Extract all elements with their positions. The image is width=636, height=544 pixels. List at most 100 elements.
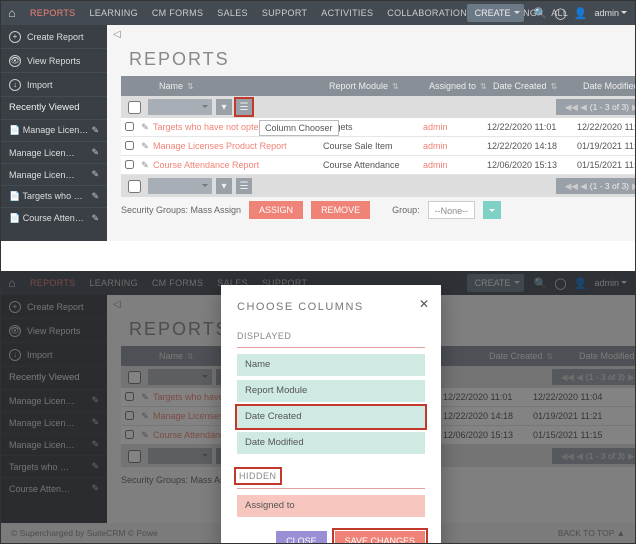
row-assigned[interactable]: admin [423, 141, 487, 151]
column-chooser-icon[interactable]: ☰ [236, 99, 252, 115]
column-chooser-icon[interactable]: ☰ [236, 178, 252, 194]
edit-icon[interactable]: ✎ [137, 141, 153, 152]
table-row[interactable]: ✎ Targets who have not opted out o Targe… [121, 118, 635, 137]
nav-cmforms[interactable]: CM FORMS [145, 1, 210, 25]
select-all-bottom[interactable] [128, 180, 141, 193]
sidebar: +Create Report 👁View Reports ↓Import Rec… [1, 295, 107, 523]
remove-button[interactable]: REMOVE [311, 201, 370, 219]
view-reports[interactable]: 👁View Reports [1, 49, 107, 73]
page-title: REPORTS [107, 43, 635, 76]
create-button[interactable]: CREATE [467, 274, 525, 292]
assign-button[interactable]: ASSIGN [249, 201, 303, 219]
group-dropdown-icon[interactable] [483, 201, 501, 219]
edit-icon[interactable]: ✎ [137, 160, 153, 171]
home-icon[interactable]: ⌂ [1, 6, 23, 20]
create-report[interactable]: +Create Report [1, 25, 107, 49]
recent-item[interactable]: 📄 Targets who …✎ [1, 185, 107, 207]
select-all[interactable] [128, 101, 141, 114]
create-button[interactable]: CREATE [467, 4, 525, 22]
recent-header: Recently Viewed [1, 367, 107, 389]
recent-item[interactable]: Targets who …✎ [1, 455, 107, 477]
user-menu[interactable]: admin [590, 8, 631, 18]
recent-item[interactable]: 📄 Manage Licen…✎ [1, 119, 107, 141]
nav-collab[interactable]: COLLABORATION [380, 1, 474, 25]
edit-icon[interactable]: ✎ [91, 169, 99, 180]
nav-cmforms[interactable]: CM FORMS [145, 271, 210, 295]
search-icon[interactable]: 🔍 [530, 277, 550, 290]
row-name[interactable]: Manage Licenses Product Report [153, 141, 323, 151]
nav-sales[interactable]: SALES [210, 1, 255, 25]
column-chip[interactable]: Date Modified [237, 432, 425, 454]
group-label: Group: [392, 205, 420, 215]
breadcrumb: ◁ [107, 25, 635, 43]
nav-support[interactable]: SUPPORT [255, 1, 314, 25]
table-row[interactable]: ✎ Course Attendance Report Course Attend… [121, 156, 635, 175]
sort-icon[interactable]: ⇅ [551, 82, 558, 91]
pager-bottom: ◀◀ ◀(1 - 3 of 3)▶ ▶▶ [556, 178, 635, 194]
sort-icon[interactable]: ⇅ [480, 82, 487, 91]
column-chip[interactable]: Name [237, 354, 425, 376]
row-modified: 01/19/2021 11:21 [577, 141, 635, 151]
row-checkbox[interactable] [125, 122, 134, 131]
view-reports[interactable]: 👁View Reports [1, 319, 107, 343]
recent-item[interactable]: Manage Licen…✎ [1, 411, 107, 433]
nav-reports[interactable]: REPORTS [23, 271, 82, 295]
column-chip[interactable]: Date Created [237, 406, 425, 428]
recent-item[interactable]: 📄 Course Atten…✎ [1, 207, 107, 229]
recent-header: Recently Viewed [1, 97, 107, 119]
bulk-action[interactable] [148, 99, 212, 115]
recent-item[interactable]: Manage Licen…✎ [1, 141, 107, 163]
nav-reports[interactable]: REPORTS [23, 1, 82, 25]
filter-icon[interactable]: ▾ [216, 99, 232, 115]
edit-icon[interactable]: ✎ [91, 213, 99, 224]
edit-icon[interactable]: ✎ [137, 122, 153, 133]
search-icon[interactable]: 🔍 [530, 7, 550, 20]
row-created: 12/22/2020 11:01 [487, 122, 577, 132]
nav-learning[interactable]: LEARNING [82, 1, 144, 25]
nav-activities[interactable]: ACTIVITIES [314, 1, 380, 25]
modal-title: CHOOSE COLUMNS [237, 301, 425, 313]
nav-learning[interactable]: LEARNING [82, 271, 144, 295]
row-checkbox[interactable] [125, 141, 134, 150]
row-assigned[interactable]: admin [423, 160, 487, 170]
bulk-action[interactable] [148, 178, 212, 194]
create-report[interactable]: +Create Report [1, 295, 107, 319]
user-menu[interactable]: admin [590, 278, 631, 288]
row-assigned[interactable]: admin [423, 122, 487, 132]
group-select[interactable]: --None-- [428, 201, 476, 219]
row-module: Course Attendance [323, 160, 423, 170]
table-toolbar: ▾ ☰ Column Chooser ◀◀ ◀(1 - 3 of 3)▶ ▶▶ [121, 96, 635, 118]
bell-icon[interactable]: ◯ [550, 277, 570, 290]
modal-close-button[interactable]: CLOSE [276, 531, 327, 543]
row-modified: 01/15/2021 11:15 [577, 160, 635, 170]
row-name[interactable]: Course Attendance Report [153, 160, 323, 170]
pager-top: ◀◀ ◀(1 - 3 of 3)▶ ▶▶ [556, 99, 635, 115]
edit-icon[interactable]: ✎ [91, 125, 99, 136]
import[interactable]: ↓Import [1, 343, 107, 367]
recent-item[interactable]: Course Atten…✎ [1, 477, 107, 499]
bell-icon[interactable]: ◯ [550, 7, 570, 20]
sort-icon[interactable]: ⇅ [392, 82, 399, 91]
row-checkbox[interactable] [125, 160, 134, 169]
recent-item[interactable]: Manage Licen…✎ [1, 389, 107, 411]
row-module: Course Sale Item [323, 141, 423, 151]
recent-item[interactable]: Manage Licen…✎ [1, 163, 107, 185]
back-to-top[interactable]: BACK TO TOP ▲ [558, 528, 625, 538]
mass-assign-footer: Security Groups: Mass Assign ASSIGN REMO… [107, 197, 635, 223]
column-chip[interactable]: Report Module [237, 380, 425, 402]
edit-icon[interactable]: ✎ [91, 147, 99, 158]
filter-icon[interactable]: ▾ [216, 178, 232, 194]
hidden-label: HIDDEN [237, 470, 279, 482]
home-icon[interactable]: ⌂ [1, 276, 23, 290]
table-row[interactable]: ✎ Manage Licenses Product Report Course … [121, 137, 635, 156]
edit-icon[interactable]: ✎ [91, 191, 99, 202]
sort-icon[interactable]: ⇅ [187, 82, 194, 91]
user-icon[interactable]: 👤 [570, 277, 590, 290]
column-chip-hidden[interactable]: Assigned to [237, 495, 425, 517]
recent-item[interactable]: Manage Licen…✎ [1, 433, 107, 455]
modal-save-button[interactable]: SAVE CHANGES [335, 531, 425, 543]
user-icon[interactable]: 👤 [570, 7, 590, 20]
import[interactable]: ↓Import [1, 73, 107, 97]
close-icon[interactable]: ✕ [419, 297, 429, 311]
choose-columns-modal: ✕ CHOOSE COLUMNS DISPLAYED Name Report M… [221, 285, 441, 543]
